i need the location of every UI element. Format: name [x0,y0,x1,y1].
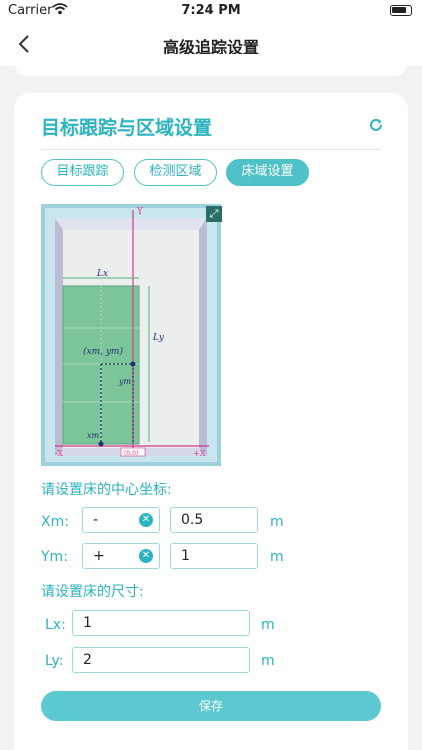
expand-icon[interactable]: ⤢ [206,206,222,222]
ym-sign-value: + [93,548,105,564]
bed-diagram: Y -X +X Lx Ly (xm, ym) ym xm (0,0) ⤢ [41,204,222,466]
clear-icon[interactable]: ✕ [139,513,153,527]
save-button[interactable]: 保存 [41,691,381,721]
lx-unit: m [261,617,275,633]
lx-field[interactable]: 1 [72,610,250,636]
lx-label: Lx [96,269,108,279]
xm-unit: m [270,514,284,530]
point-label: (xm, ym) [83,346,123,357]
center-heading: 请设置床的中心坐标: [41,482,172,498]
xm-value-field[interactable]: 0.5 [170,507,258,533]
ly-label: Ly [152,333,165,343]
ym-label: Ym: [41,549,68,565]
x-neg-label: -X [55,449,63,458]
xm-label: Xm: [41,514,69,530]
ym-value-field[interactable]: 1 [170,543,258,569]
clock: 7:24 PM [181,3,241,18]
ym-unit: m [270,549,284,565]
clear-icon[interactable]: ✕ [139,549,153,563]
card-title: 目标跟踪与区域设置 [41,117,213,139]
lx-field-label: Lx: [45,617,66,633]
status-bar: Carrier 7:24 PM [0,0,422,22]
divider [41,149,381,150]
xm-label: xm [87,431,100,440]
ly-field-label: Ly: [45,653,64,669]
y-axis-label: Y [136,207,144,217]
size-heading: 请设置床的尺寸: [41,584,144,600]
tab-target-tracking[interactable]: 目标跟踪 [41,159,124,186]
bed-settings-card: 目标跟踪与区域设置 目标跟踪 检测区域 床域设置 Y -X +X Lx Ly (… [14,93,408,750]
previous-card [14,54,408,76]
refresh-icon[interactable] [368,117,384,138]
tab-bed-settings[interactable]: 床域设置 [226,159,309,186]
xm-sign-value: - [93,512,99,528]
xm-sign-field[interactable]: - ✕ [82,507,160,533]
origin-label: (0,0) [124,450,138,457]
ym-label: ym [118,377,132,386]
ly-field[interactable]: 2 [72,647,250,673]
ym-sign-field[interactable]: + ✕ [82,543,160,569]
battery-icon [390,5,412,16]
tab-detection-area[interactable]: 检测区域 [134,159,217,186]
ly-unit: m [261,653,275,669]
x-pos-label: +X [193,449,206,458]
